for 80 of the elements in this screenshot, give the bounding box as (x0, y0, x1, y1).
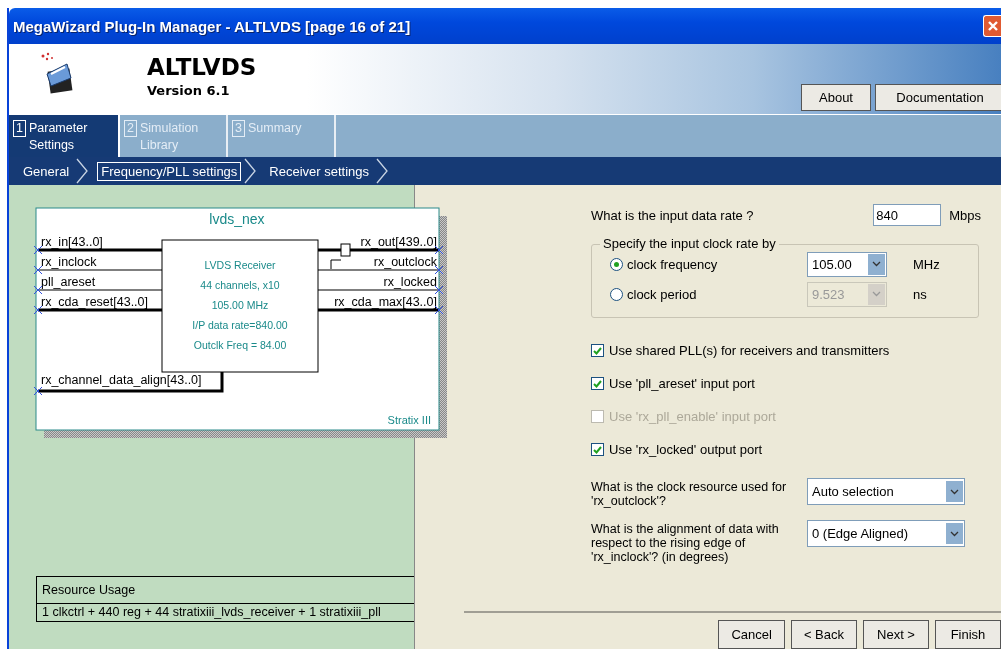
caret-icon (872, 261, 881, 267)
field-label: What is the alignment of data with respect to the rising edge of 'rx_inclock'? (in degrees) (591, 522, 780, 564)
unit-label: ns (913, 286, 927, 302)
block-text: 105.00 MHz (211, 299, 269, 311)
dropdown[interactable]: 0 (Edge Aligned) (807, 520, 965, 547)
radio-label: clock frequency (627, 256, 719, 272)
checkbox-label: Use 'rx_locked' output port (609, 442, 763, 457)
documentation-button[interactable]: Documentation (875, 84, 1001, 111)
pin-marker (434, 285, 444, 295)
port-label: rx_cda_reset[43..0] (41, 295, 148, 309)
step-link[interactable]: Receiver settings (265, 161, 374, 181)
table-cell-text: 1 clkctrl + 440 reg + 44 stratixiii_lvds_receiver + 1 stratixiii_pll (41, 604, 382, 621)
group-legend: Specify the input clock rate by (600, 236, 779, 251)
pin-marker (34, 386, 43, 396)
register-icon (330, 243, 351, 270)
about-button[interactable]: About (801, 84, 871, 111)
back-button[interactable]: < Back (790, 620, 857, 649)
tab-number: 1 (13, 120, 26, 137)
field-label: What is the clock resource used for 'rx_outclock'? (591, 480, 788, 508)
pin-marker (34, 285, 43, 295)
block-text: I/P data rate=840.00 (192, 319, 288, 331)
checkbox[interactable] (591, 377, 604, 390)
port-label: rx_out[439..0] (360, 235, 437, 249)
tab-number: 3 (232, 120, 245, 137)
step-link[interactable]: General (19, 161, 74, 181)
tab-label: Parameter Settings (28, 120, 89, 154)
version-label: Version 6.1 (147, 83, 231, 98)
port-label: rx_inclock (41, 255, 97, 269)
unit-label: Mbps (949, 207, 981, 223)
radio-button[interactable] (610, 287, 623, 301)
close-icon (986, 20, 999, 32)
checkbox-label: Use shared PLL(s) for receivers and transmitters (609, 343, 890, 358)
window-title: MegaWizard Plug-In Manager - ALTLVDS [page 16 of 21] (12, 17, 411, 35)
unit-label: MHz (913, 256, 940, 272)
block-text: 44 channels, x10 (200, 279, 280, 291)
port-label: pll_areset (41, 275, 96, 289)
dropdown[interactable]: Auto selection (807, 478, 965, 505)
checkmark-icon (593, 346, 602, 355)
checkmark-icon (593, 445, 602, 454)
cancel-button[interactable]: Cancel (718, 620, 785, 649)
port-label: rx_cda_max[43..0] (334, 295, 437, 309)
radio-label: clock period (627, 286, 698, 302)
product-title: ALTLVDS (147, 54, 257, 80)
chevron-icon (75, 158, 90, 184)
chevron-icon (243, 158, 258, 184)
field-label: What is the input data rate ? (591, 207, 754, 223)
next-button[interactable]: Next > (863, 620, 929, 649)
finish-button[interactable]: Finish (935, 620, 1001, 649)
pin-marker (434, 245, 444, 255)
checkbox-label: Use 'rx_pll_enable' input port (609, 409, 776, 424)
tab-number: 2 (124, 120, 137, 137)
pin-marker (34, 245, 43, 255)
port-label: rx_channel_data_align[43..0] (41, 373, 202, 387)
port-label: rx_outclock (373, 255, 437, 269)
checkbox[interactable] (591, 443, 604, 456)
port-label: rx_locked (383, 275, 437, 289)
caret-icon (950, 530, 959, 537)
table-header: Resource Usage (37, 577, 414, 604)
port-label: rx_in[43..0] (41, 235, 103, 249)
symbol-name: lvds_nex (209, 211, 265, 227)
chevron-icon (375, 158, 390, 184)
block-text: Outclk Freq = 84.00 (193, 339, 287, 351)
data-rate-field[interactable]: 840 (873, 204, 942, 226)
checkbox[interactable] (591, 344, 604, 357)
checkbox-label: Use 'pll_areset' input port (609, 376, 755, 391)
close-button[interactable] (983, 15, 1001, 37)
caret-icon (950, 488, 959, 495)
step-link[interactable]: Frequency/PLL settings (97, 161, 242, 181)
wizard-tab[interactable]: 1 Parameter Settings (9, 115, 120, 157)
tab-label: Summary (247, 120, 302, 137)
pin-marker (434, 305, 444, 315)
caret-icon (872, 291, 881, 297)
block-text: LVDS Receiver (204, 259, 276, 271)
checkmark-icon (593, 379, 602, 388)
device-family: Stratix III (387, 414, 431, 426)
tab-label: Simulation Library (139, 120, 200, 154)
pin-marker (34, 305, 43, 315)
pin-marker (34, 265, 43, 275)
dropdown[interactable]: 105.00 (807, 251, 887, 277)
radio-button[interactable] (610, 257, 623, 271)
